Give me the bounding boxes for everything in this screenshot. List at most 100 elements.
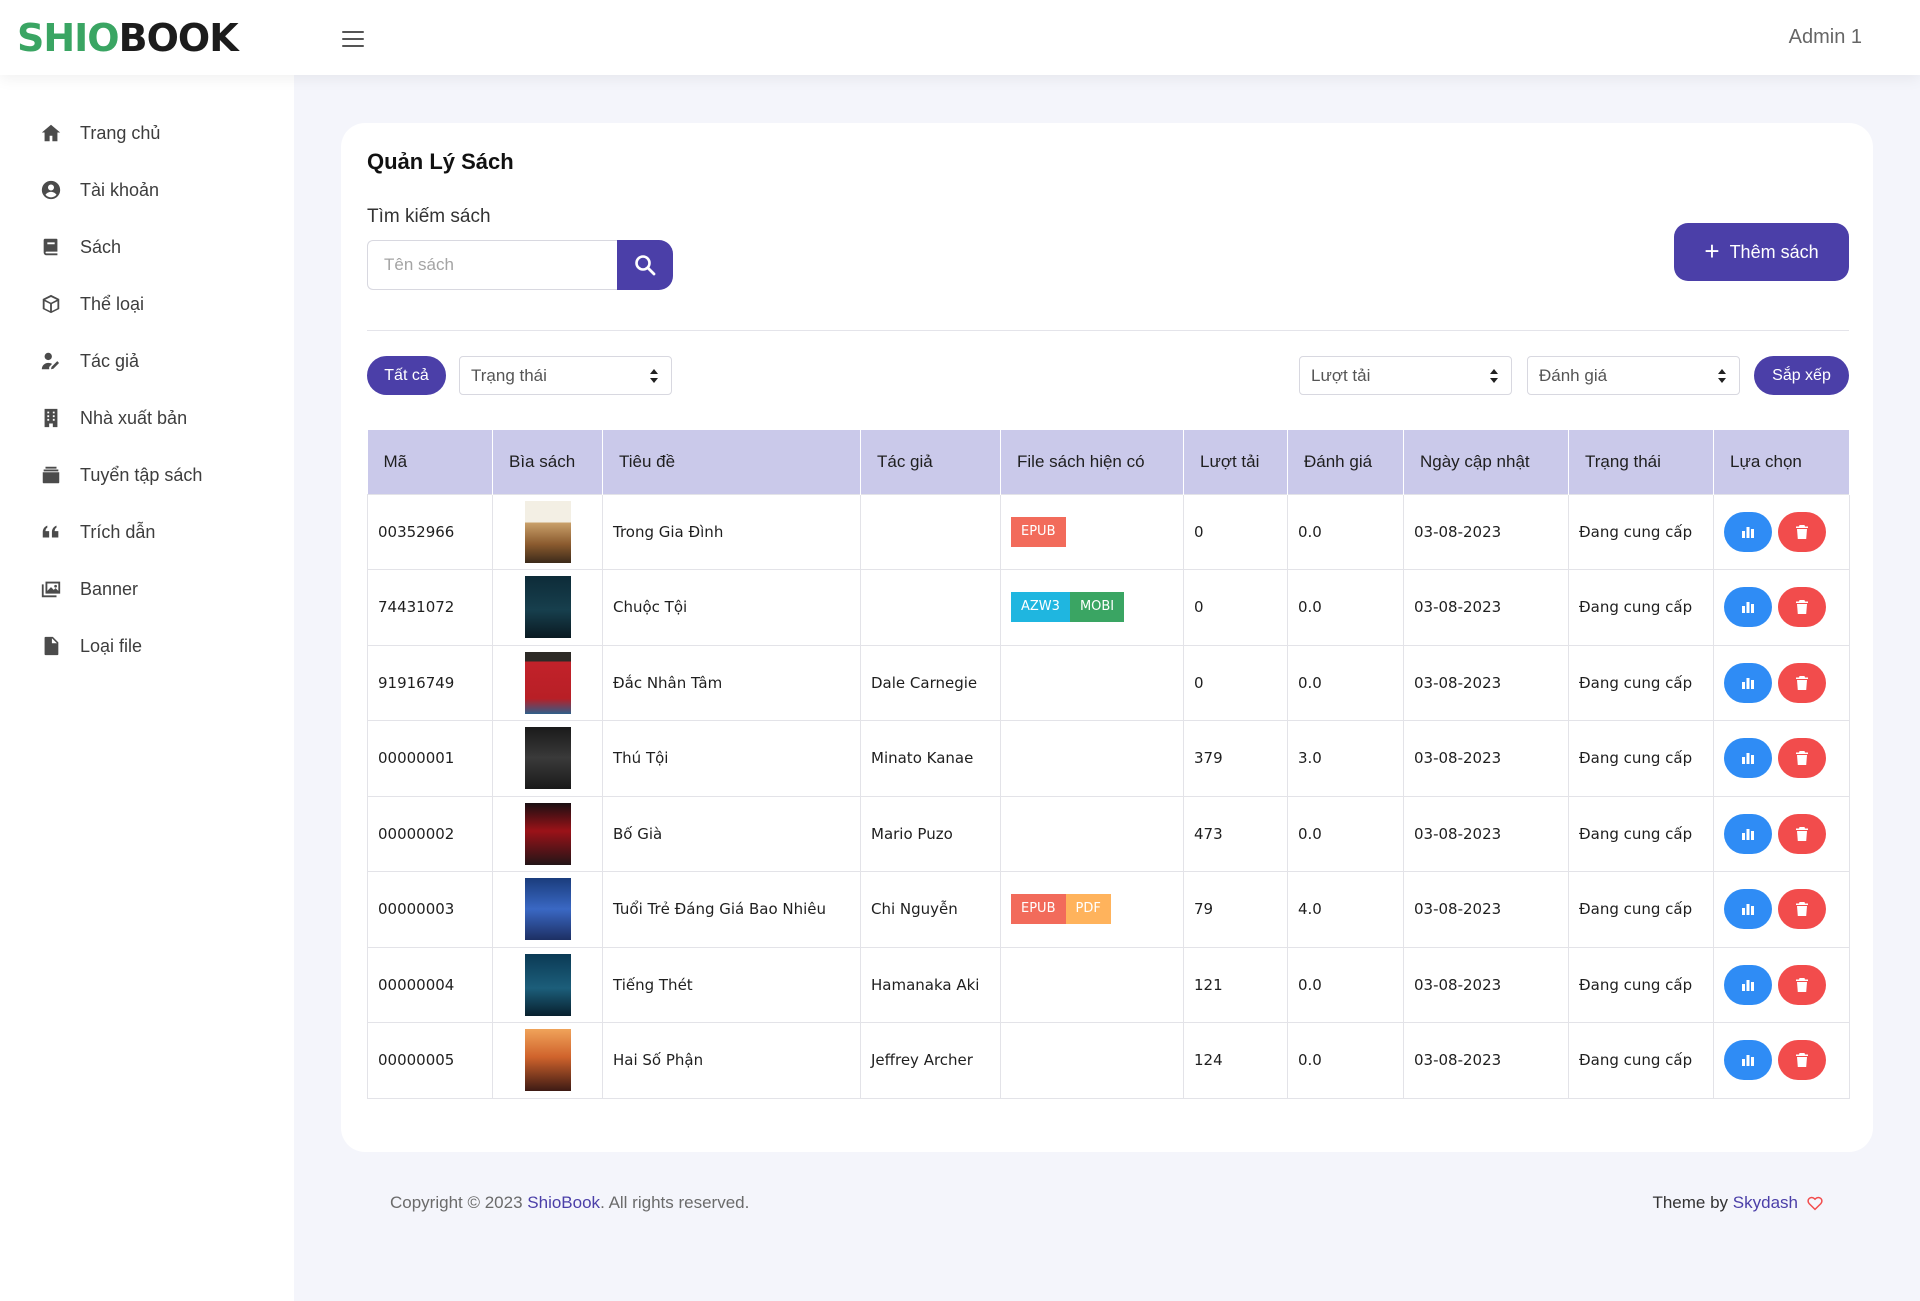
stats-button[interactable]	[1724, 813, 1772, 854]
filter-all-button[interactable]: Tất cả	[367, 356, 446, 395]
images-icon	[38, 576, 64, 602]
home-icon	[38, 120, 64, 146]
column-header: Mã	[367, 430, 493, 494]
cell-files	[1000, 720, 1184, 797]
trash-icon	[1796, 600, 1808, 615]
search-button[interactable]	[617, 240, 673, 290]
cell-actions	[1713, 644, 1850, 721]
column-header: Lựa chọn	[1713, 430, 1850, 494]
cell-downloads: 0	[1183, 569, 1288, 646]
sidebar-item-publishers[interactable]: Nhà xuất bản	[38, 403, 187, 433]
rating-select[interactable]: Đánh giá	[1527, 356, 1740, 395]
delete-button[interactable]	[1778, 587, 1826, 628]
book-cover-image	[524, 576, 571, 639]
stats-button[interactable]	[1724, 511, 1772, 552]
cell-rating: 0.0	[1287, 569, 1404, 646]
stats-button[interactable]	[1724, 587, 1772, 628]
brand-link[interactable]: ShioBook	[527, 1193, 600, 1212]
sidebar-item-quotes[interactable]: Trích dẫn	[38, 517, 155, 547]
file-icon	[38, 633, 64, 659]
cell-rating: 0.0	[1287, 644, 1404, 721]
stats-button[interactable]	[1724, 662, 1772, 703]
sidebar-item-authors[interactable]: Tác giả	[38, 346, 139, 376]
cell-actions	[1713, 569, 1850, 646]
copyright-prefix: Copyright © 2023	[390, 1193, 528, 1212]
column-header: Đánh giá	[1287, 430, 1404, 494]
delete-button[interactable]	[1778, 813, 1826, 854]
stats-button[interactable]	[1724, 738, 1772, 779]
sidebar-item-label: Thể loại	[80, 293, 145, 314]
cell-author	[860, 493, 1001, 570]
table-row: 00000005 Hai Số Phận Jeffrey Archer 124 …	[367, 1022, 1850, 1099]
delete-button[interactable]	[1778, 964, 1826, 1005]
trash-icon	[1796, 977, 1808, 992]
column-header: Tác giả	[860, 430, 1001, 494]
stats-button[interactable]	[1724, 889, 1772, 930]
cell-title: Thú Tội	[602, 720, 861, 797]
cell-title: Tiếng Thét	[602, 946, 861, 1023]
search-input[interactable]	[367, 240, 619, 290]
theme-link[interactable]: Skydash	[1733, 1193, 1798, 1213]
table-row: 91916749 Đắc Nhân Tâm Dale Carnegie 0 0.…	[367, 644, 1850, 721]
cell-files	[1000, 946, 1184, 1023]
sidebar-item-categories[interactable]: Thể loại	[38, 289, 144, 319]
add-book-button[interactable]: + Thêm sách	[1674, 223, 1849, 281]
bar-chart-icon	[1742, 904, 1754, 916]
cell-id: 00000003	[367, 871, 493, 948]
file-badge: EPUB	[1011, 894, 1066, 925]
cell-id: 00000005	[367, 1022, 493, 1099]
cell-title: Hai Số Phận	[602, 1022, 861, 1099]
cell-title: Trong Gia Đình	[602, 493, 861, 570]
delete-button[interactable]	[1778, 738, 1826, 779]
quote-icon	[38, 519, 64, 545]
collection-icon	[38, 462, 64, 488]
logo[interactable]: SHIOBOOK	[17, 16, 239, 60]
cell-downloads: 0	[1183, 644, 1288, 721]
divider	[367, 330, 1849, 331]
book-cover-image	[524, 500, 571, 563]
downloads-select[interactable]: Lượt tải	[1299, 356, 1512, 395]
cell-status: Đang cung cấp	[1568, 644, 1714, 721]
sidebar-item-banner[interactable]: Banner	[38, 574, 138, 604]
cell-id: 00352966	[367, 493, 493, 570]
sort-button[interactable]: Sắp xếp	[1754, 356, 1849, 395]
cell-updated: 03-08-2023	[1403, 1022, 1569, 1099]
stats-button[interactable]	[1724, 1040, 1772, 1081]
bar-chart-icon	[1742, 753, 1754, 765]
stats-button[interactable]	[1724, 964, 1772, 1005]
table-row: 00000003 Tuổi Trẻ Đáng Giá Bao Nhiêu Chi…	[367, 871, 1850, 948]
trash-icon	[1796, 751, 1808, 766]
cell-author: Hamanaka Aki	[860, 946, 1001, 1023]
cell-downloads: 379	[1183, 720, 1288, 797]
sidebar-item-accounts[interactable]: Tài khoản	[38, 175, 159, 205]
book-cover-image	[524, 953, 571, 1016]
cell-author: Dale Carnegie	[860, 644, 1001, 721]
sidebar-item-label: Loại file	[80, 635, 143, 656]
footer-theme: Theme by Skydash	[1652, 1193, 1824, 1213]
cell-status: Đang cung cấp	[1568, 569, 1714, 646]
sidebar-item-label: Tuyển tập sách	[80, 464, 203, 485]
sidebar-item-collections[interactable]: Tuyển tập sách	[38, 460, 202, 490]
sidebar-item-label: Banner	[80, 578, 139, 599]
file-badge: MOBI	[1069, 592, 1125, 623]
trash-icon	[1796, 826, 1808, 841]
sidebar-item-home[interactable]: Trang chủ	[38, 118, 160, 148]
menu-toggle-icon[interactable]	[342, 31, 364, 47]
search-label: Tìm kiếm sách	[367, 206, 491, 227]
cell-title: Bố Già	[602, 795, 861, 872]
bar-chart-icon	[1742, 1055, 1754, 1067]
delete-button[interactable]	[1778, 889, 1826, 930]
delete-button[interactable]	[1778, 1040, 1826, 1081]
delete-button[interactable]	[1778, 511, 1826, 552]
cell-downloads: 124	[1183, 1022, 1288, 1099]
select-arrows-icon	[650, 369, 658, 383]
status-select[interactable]: Trạng thái	[459, 356, 672, 395]
sidebar-item-file-types[interactable]: Loại file	[38, 631, 142, 661]
sidebar-item-books[interactable]: Sách	[38, 232, 121, 262]
bar-chart-icon	[1742, 677, 1754, 689]
cell-updated: 03-08-2023	[1403, 946, 1569, 1023]
user-menu[interactable]: Admin 1	[1789, 26, 1862, 49]
delete-button[interactable]	[1778, 662, 1826, 703]
status-select-value: Trạng thái	[471, 365, 547, 385]
cell-updated: 03-08-2023	[1403, 569, 1569, 646]
